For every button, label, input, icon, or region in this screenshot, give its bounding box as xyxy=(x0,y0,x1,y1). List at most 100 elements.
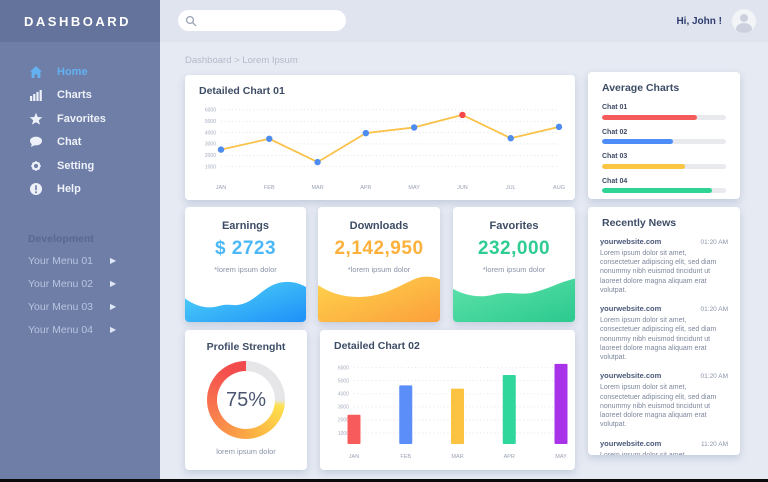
sidebar-item-your-menu-02[interactable]: Your Menu 02 ▶ xyxy=(0,272,160,295)
menu-label: Your Menu 01 xyxy=(28,255,110,267)
menu-label: Your Menu 02 xyxy=(28,278,110,290)
stat-title: Favorites xyxy=(453,220,575,232)
news-source: yourwebsite.com xyxy=(600,371,661,380)
news-list: yourwebsite.com 01:20 AM Lorem ipsum dolor… xyxy=(588,229,740,455)
sidebar-item-home[interactable]: Home xyxy=(0,60,160,84)
card-title: Detailed Chart 02 xyxy=(320,330,575,352)
svg-text:4000: 4000 xyxy=(205,130,216,136)
svg-text:5000: 5000 xyxy=(205,119,216,125)
news-item[interactable]: yourwebsite.com 11:20 AM Lorem ipsum dolor… xyxy=(600,439,728,455)
sidebar-item-your-menu-04[interactable]: Your Menu 04 ▶ xyxy=(0,318,160,341)
donut-chart: 75% xyxy=(207,361,285,439)
svg-text:5000: 5000 xyxy=(338,379,349,385)
sidebar-item-label: Charts xyxy=(57,89,92,101)
progress-fill xyxy=(602,188,712,193)
progress-label: Chat 01 xyxy=(602,104,726,111)
detailed-chart-02-card: Detailed Chart 02 1000200030004000500060… xyxy=(320,330,575,470)
news-item[interactable]: yourwebsite.com01:20 AMLorem ipsum dolor… xyxy=(600,304,728,362)
sidebar-item-chat[interactable]: Chat xyxy=(0,131,160,155)
svg-text:MAY: MAY xyxy=(555,454,567,460)
sidebar-item-label: Setting xyxy=(57,160,94,172)
news-time: 01:20 AM xyxy=(701,239,728,246)
search-input[interactable] xyxy=(201,16,331,26)
progress-fill xyxy=(602,139,673,144)
avatar[interactable] xyxy=(732,9,756,33)
svg-text:APR: APR xyxy=(504,454,515,460)
svg-text:6000: 6000 xyxy=(205,108,216,114)
news-body: Lorem ipsum dolor sit amet, consectetuer… xyxy=(600,451,728,455)
news-time: 11:20 AM xyxy=(701,441,728,448)
sidebar-item-label: Chat xyxy=(57,136,81,148)
progress-label: Chat 04 xyxy=(602,178,726,185)
stat-value: 2,142,950 xyxy=(318,238,440,260)
news-source: yourwebsite.com xyxy=(600,439,661,448)
sidebar-item-favorites[interactable]: Favorites xyxy=(0,107,160,131)
breadcrumb: Dashboard > Lorem Ipsum xyxy=(185,55,298,66)
sidebar-item-your-menu-01[interactable]: Your Menu 01 ▶ xyxy=(0,249,160,272)
chevron-right-icon: ▶ xyxy=(110,325,116,334)
sidebar-item-setting[interactable]: Setting xyxy=(0,154,160,178)
sidebar-section-development: Development xyxy=(28,233,160,245)
star-icon xyxy=(28,111,44,127)
main-content: Dashboard > Lorem Ipsum Detailed Chart 0… xyxy=(160,42,768,479)
card-title: Recently News xyxy=(588,207,740,229)
search-bar[interactable] xyxy=(178,10,346,31)
chat-icon xyxy=(28,134,44,150)
sidebar-item-label: Help xyxy=(57,183,81,195)
chevron-right-icon: ▶ xyxy=(110,279,116,288)
line-chart: 100020003000400050006000JANFEBMARAPRMAYJ… xyxy=(185,97,575,194)
search-icon xyxy=(185,15,197,27)
svg-text:FEB: FEB xyxy=(400,454,411,460)
svg-text:MAR: MAR xyxy=(451,454,463,460)
news-item[interactable]: yourwebsite.com01:20 AMLorem ipsum dolor… xyxy=(600,237,728,295)
progress-track xyxy=(602,115,726,120)
charts-icon xyxy=(28,87,44,103)
stat-title: Earnings xyxy=(185,220,306,232)
svg-text:1000: 1000 xyxy=(205,164,216,170)
sidebar-nav: Home Charts Favorites Chat xyxy=(0,42,160,201)
news-body: Lorem ipsum dolor sit amet, consectetuer… xyxy=(600,316,728,362)
sidebar-item-charts[interactable]: Charts xyxy=(0,84,160,108)
user-area[interactable]: Hi, John ! xyxy=(676,0,756,42)
sidebar-item-your-menu-03[interactable]: Your Menu 03 ▶ xyxy=(0,295,160,318)
progress-bar-list: Chat 01Chat 02Chat 03Chat 04 xyxy=(588,94,740,193)
sidebar-item-label: Home xyxy=(57,66,88,78)
svg-text:MAR: MAR xyxy=(311,185,323,191)
news-item[interactable]: yourwebsite.com01:20 AMLorem ipsum dolor… xyxy=(600,371,728,429)
svg-text:JUN: JUN xyxy=(457,185,468,191)
svg-text:MAY: MAY xyxy=(408,185,420,191)
card-title: Average Charts xyxy=(588,72,740,94)
favorites-card: Favorites 232,000 *lorem ipsum dolor xyxy=(453,207,575,322)
svg-text:2000: 2000 xyxy=(205,153,216,159)
news-source: yourwebsite.com xyxy=(600,237,661,246)
progress-track xyxy=(602,164,726,169)
dashboard-app: DASHBOARD Home Charts Favorites xyxy=(0,0,768,482)
progress-row: Chat 01 xyxy=(602,104,726,120)
chevron-right-icon: ▶ xyxy=(110,302,116,311)
detailed-chart-01-card: Detailed Chart 01 1000200030004000500060… xyxy=(185,75,575,200)
recently-news-card: Recently News yourwebsite.com 01:20 AM Lor… xyxy=(588,207,740,455)
area-sparkline xyxy=(185,270,306,322)
svg-text:3000: 3000 xyxy=(338,405,349,411)
gear-icon xyxy=(28,158,44,174)
sidebar-item-help[interactable]: Help xyxy=(0,178,160,202)
svg-text:JAN: JAN xyxy=(216,185,226,191)
svg-text:4000: 4000 xyxy=(338,392,349,398)
profile-strength-card: Profile Strenght 75% lorem ipsum dolor xyxy=(185,330,307,470)
svg-text:6000: 6000 xyxy=(338,366,349,372)
progress-fill xyxy=(602,164,685,169)
progress-label: Chat 03 xyxy=(602,153,726,160)
menu-label: Your Menu 03 xyxy=(28,301,110,313)
downloads-card: Downloads 2,142,950 *lorem ipsum dolor xyxy=(318,207,440,322)
average-charts-card: Average Charts Chat 01Chat 02Chat 03Chat… xyxy=(588,72,740,199)
stat-value: $ 2723 xyxy=(185,238,306,260)
progress-track xyxy=(602,188,726,193)
chevron-right-icon: ▶ xyxy=(110,256,116,265)
progress-track xyxy=(602,139,726,144)
svg-text:AUG: AUG xyxy=(553,185,565,191)
progress-row: Chat 03 xyxy=(602,153,726,169)
news-time: 01:20 AM xyxy=(701,306,728,313)
card-title: Profile Strenght xyxy=(185,341,307,353)
svg-text:JUL: JUL xyxy=(506,185,516,191)
card-title: Detailed Chart 01 xyxy=(185,75,575,97)
